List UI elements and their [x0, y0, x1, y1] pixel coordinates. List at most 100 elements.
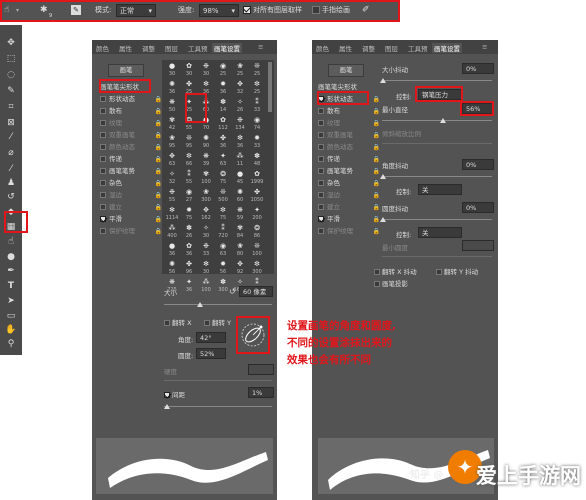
option-checkbox[interactable] [100, 120, 106, 126]
lock-icon[interactable]: 🔒 [373, 202, 380, 213]
brush-tip-icon[interactable]: ✹ [216, 260, 230, 268]
spacing-field[interactable]: 1% [248, 387, 274, 398]
roundness-jitter-knob[interactable] [380, 217, 386, 222]
flip-x[interactable]: 翻转 X [164, 317, 192, 327]
option-checkbox[interactable] [100, 156, 106, 162]
option-checkbox[interactable] [318, 144, 324, 150]
brush-tip-icon[interactable]: ✧ [199, 224, 213, 232]
lock-icon[interactable]: 🔒 [155, 166, 162, 177]
angle-jitter-slider[interactable] [382, 176, 492, 177]
lock-icon[interactable]: 🔒 [373, 178, 380, 189]
scrollbar-thumb[interactable] [268, 62, 272, 112]
brush-tip-icon[interactable]: ✿ [182, 62, 196, 70]
size-jitter-field[interactable]: 0% [462, 63, 494, 74]
brush-tip-icon[interactable]: ✾ [199, 170, 213, 178]
brush-tip-icon[interactable]: ❉ [199, 242, 213, 250]
lock-icon[interactable]: 🔒 [373, 94, 380, 105]
tab-properties[interactable]: 属性 [119, 43, 132, 53]
brush-tip-icon[interactable]: ◉ [216, 62, 230, 70]
flip-y-jitter-checkbox[interactable] [436, 269, 442, 275]
min-diameter-slider[interactable] [382, 120, 492, 121]
brush-option-item[interactable]: 平滑 🔒 [318, 214, 380, 225]
lasso-tool-icon[interactable]: ◌ [4, 69, 18, 81]
brush-option-item[interactable]: 散布 🔒 [100, 106, 162, 117]
brush-tip-icon[interactable]: ⁑ [250, 98, 264, 106]
option-checkbox[interactable] [100, 96, 106, 102]
marquee-tool-icon[interactable]: ⬚ [4, 53, 18, 65]
option-checkbox[interactable] [100, 144, 106, 150]
angle-field[interactable]: 42° [196, 332, 226, 343]
brush-option-item[interactable]: 画笔笔势 🔒 [318, 166, 380, 177]
brush-tip-icon[interactable]: ✧ [233, 98, 247, 106]
brush-option-item[interactable]: 双重画笔 🔒 [100, 130, 162, 141]
option-checkbox[interactable] [318, 204, 324, 210]
tab-adjustments[interactable]: 调整 [142, 43, 155, 53]
brush-tip-icon[interactable]: ✦ [216, 152, 230, 160]
brush-tip-icon[interactable]: ✼ [216, 206, 230, 214]
brush-tip-icon[interactable]: ⁂ [199, 278, 213, 286]
brush-tip-icon[interactable]: ⁑ [216, 224, 230, 232]
size-jitter-slider[interactable] [382, 80, 492, 81]
tab-color[interactable]: 颜色 [316, 43, 329, 53]
lock-icon[interactable]: 🔒 [155, 118, 162, 129]
brush-tip-icon[interactable]: ✧ [233, 278, 247, 286]
flip-x-jitter[interactable]: 翻转 X 抖动 [374, 266, 417, 276]
brush-tip-icon[interactable]: ✧ [165, 170, 179, 178]
lock-icon[interactable]: 🔒 [155, 106, 162, 117]
brush-tip-icon[interactable]: ❊ [216, 188, 230, 196]
brush-tip-icon[interactable]: ✻ [233, 134, 247, 142]
tab-color[interactable]: 颜色 [96, 43, 109, 53]
brush-tip-icon[interactable]: ✺ [165, 80, 179, 88]
brush-tool-icon[interactable]: ⁄ [4, 163, 18, 175]
brush-option-item[interactable]: 杂色 🔒 [318, 178, 380, 189]
lock-icon[interactable]: 🔒 [373, 142, 380, 153]
brush-tip-icon[interactable]: ❉ [165, 188, 179, 196]
quick-select-icon[interactable]: ✎ [4, 85, 18, 97]
roundness-jitter-field[interactable]: 0% [462, 202, 494, 213]
option-checkbox[interactable] [100, 216, 106, 222]
brush-tip-icon[interactable]: ✿ [182, 242, 196, 250]
lock-icon[interactable]: 🔒 [155, 178, 162, 189]
lock-icon[interactable]: 🔒 [155, 94, 162, 105]
brush-tip-icon[interactable]: ✿ [250, 170, 264, 178]
menu-icon[interactable]: ≡ [482, 43, 487, 51]
reset-icon[interactable]: ↺ [229, 287, 236, 296]
brush-tip-icon[interactable]: ⁂ [233, 152, 247, 160]
lock-icon[interactable]: 🔒 [373, 166, 380, 177]
zoom-tool-icon[interactable]: ⚲ [4, 338, 18, 350]
brush-tip-icon[interactable]: ✹ [250, 134, 264, 142]
type-tool-icon[interactable]: T [4, 280, 18, 292]
lock-icon[interactable]: 🔒 [373, 190, 380, 201]
brush-tip-icon[interactable]: ✾ [233, 224, 247, 232]
brush-tip-icon[interactable]: ✥ [199, 206, 213, 214]
brush-option-item[interactable]: 保护纹理 🔒 [318, 226, 380, 237]
brush-option-item[interactable]: 湿边 🔒 [318, 190, 380, 201]
option-checkbox[interactable] [318, 120, 324, 126]
brush-tip-icon[interactable]: ◉ [182, 188, 196, 196]
brush-tip-icon[interactable]: ❂ [250, 224, 264, 232]
brush-tip-icon[interactable]: ❀ [199, 188, 213, 196]
option-checkbox[interactable] [318, 132, 324, 138]
brush-tip-icon[interactable]: ❉ [199, 62, 213, 70]
brush-tip-icon[interactable]: ❋ [199, 152, 213, 160]
brush-tip-grid[interactable]: ● 30 ✿ 30 ❉ 30 ◉ 25 ❀ 25 ❊ 25 ✺ 36 ✤ 25 ✻ 36 ✹ 36 ✥ 32 ✼ 25 ❋ 50 ✦… [162, 60, 274, 293]
size-field[interactable]: 60 像素 [239, 286, 273, 297]
brushes-button[interactable]: 画笔 [108, 64, 144, 77]
brush-option-item[interactable]: 湿边 🔒 [100, 190, 162, 201]
lock-icon[interactable]: 🔒 [373, 118, 380, 129]
smudge-tool-icon[interactable]: ☝ [4, 236, 18, 248]
tab-brush-settings[interactable]: 画笔设置 [212, 43, 242, 53]
brush-tip-icon[interactable]: ✺ [199, 134, 213, 142]
lock-icon[interactable]: 🔒 [373, 214, 380, 225]
option-checkbox[interactable] [100, 108, 106, 114]
brush-projection[interactable]: 画笔投影 [374, 278, 408, 288]
brush-tip-icon[interactable]: ✺ [233, 188, 247, 196]
roundness-jitter-slider[interactable] [382, 219, 492, 220]
brush-tip-icon[interactable]: ✥ [165, 152, 179, 160]
option-checkbox[interactable] [100, 228, 106, 234]
lock-icon[interactable]: 🔒 [155, 226, 162, 237]
option-checkbox[interactable] [318, 228, 324, 234]
history-brush-icon[interactable]: ↺ [4, 191, 18, 203]
lock-icon[interactable]: 🔒 [373, 130, 380, 141]
flip-y-checkbox[interactable] [204, 320, 210, 326]
